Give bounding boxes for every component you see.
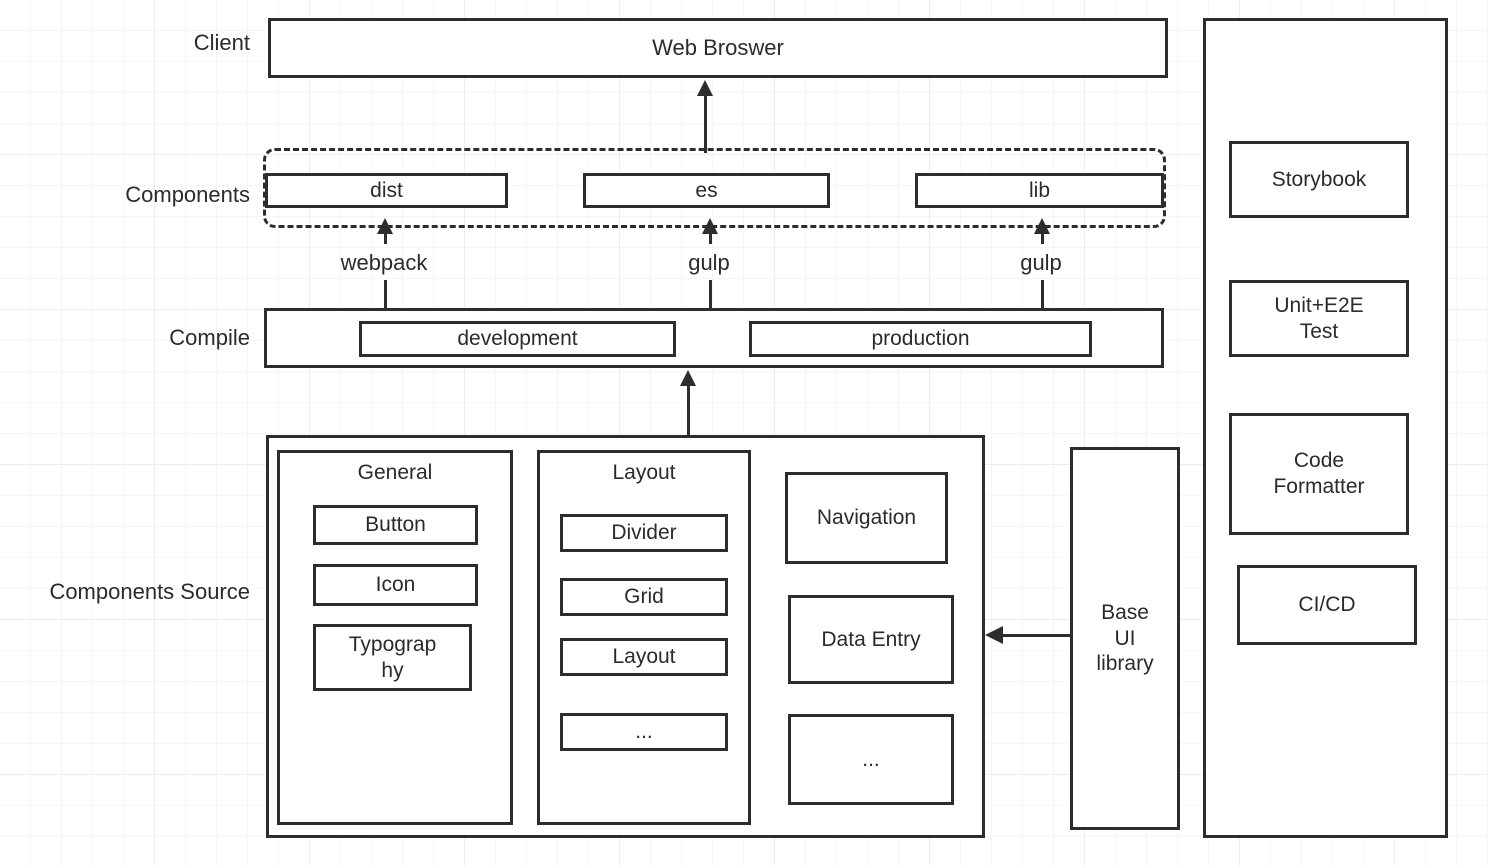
edge-webpack-upper xyxy=(384,232,387,244)
output-box-es[interactable]: es xyxy=(583,173,830,208)
tooling-item-ci-cd[interactable]: CI/CD xyxy=(1237,565,1417,645)
arrowhead-base-ui-to-source xyxy=(985,626,1003,644)
source-group-layout-title: Layout xyxy=(612,461,676,484)
source-item-data-entry[interactable]: Data Entry xyxy=(788,595,954,684)
compile-mode-development[interactable]: development xyxy=(359,321,676,357)
tooling-item-storybook[interactable]: Storybook xyxy=(1229,141,1409,218)
row-label-components: Components xyxy=(125,182,250,207)
source-item-typography[interactable]: Typograp hy xyxy=(313,624,472,691)
arrowhead-source-to-compile xyxy=(680,370,696,386)
output-box-lib[interactable]: lib xyxy=(915,173,1164,208)
source-item-icon[interactable]: Icon xyxy=(313,564,478,606)
base-ui-library-box[interactable]: Base UI library xyxy=(1070,447,1180,830)
edge-label-gulp-lib: gulp xyxy=(1020,250,1062,275)
web-browser-box[interactable]: Web Broswer xyxy=(268,18,1168,78)
source-item-navigation-more[interactable]: ... xyxy=(788,714,954,805)
row-label-components-source: Components Source xyxy=(49,579,250,604)
edge-base-ui-to-source xyxy=(1003,634,1073,637)
row-label-compile: Compile xyxy=(169,325,250,350)
edge-gulp-lib-upper xyxy=(1041,232,1044,244)
source-item-divider[interactable]: Divider xyxy=(560,514,728,552)
source-group-general-title: General xyxy=(357,461,433,484)
edge-label-webpack: webpack xyxy=(340,250,428,275)
source-item-navigation[interactable]: Navigation xyxy=(785,472,948,564)
compile-mode-production[interactable]: production xyxy=(749,321,1092,357)
source-item-grid[interactable]: Grid xyxy=(560,578,728,616)
source-item-button[interactable]: Button xyxy=(313,505,478,545)
edge-gulp-es-upper xyxy=(709,232,712,244)
diagram-canvas: Client Components Compile Components Sou… xyxy=(0,0,1488,866)
edge-label-gulp-es: gulp xyxy=(688,250,730,275)
output-box-dist[interactable]: dist xyxy=(265,173,508,208)
edge-components-to-browser xyxy=(704,95,707,153)
source-item-layout[interactable]: Layout xyxy=(560,638,728,676)
source-item-layout-more[interactable]: ... xyxy=(560,713,728,751)
edge-source-to-compile xyxy=(687,385,690,435)
tooling-item-code-formatter[interactable]: Code Formatter xyxy=(1229,413,1409,535)
arrowhead-components-to-browser xyxy=(697,80,713,96)
row-label-client: Client xyxy=(193,30,250,55)
tooling-item-unit-e2e-test[interactable]: Unit+E2E Test xyxy=(1229,280,1409,357)
